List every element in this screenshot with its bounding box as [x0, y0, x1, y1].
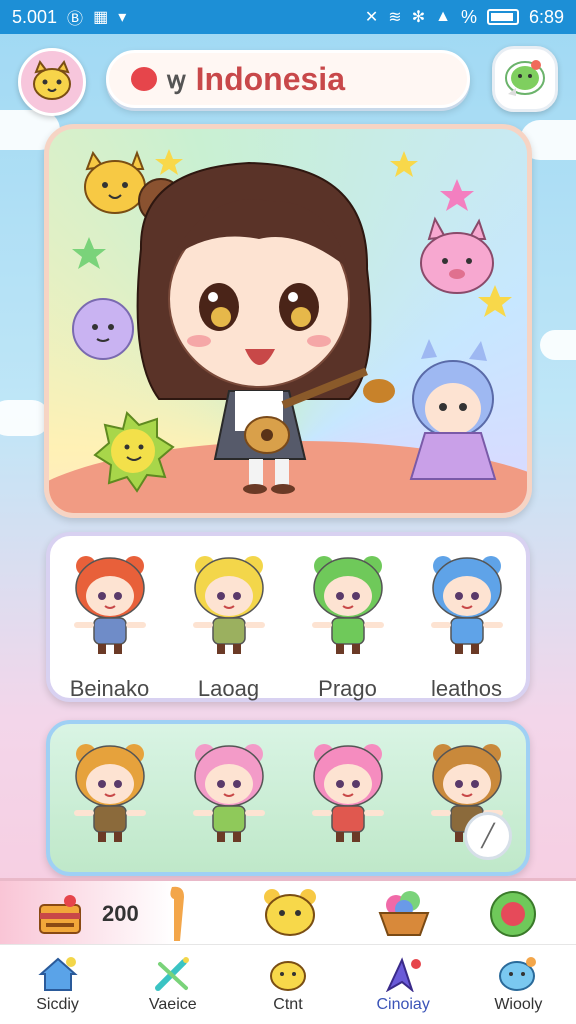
- chibi-character-icon: [311, 744, 384, 842]
- wifi-icon: ▾: [118, 9, 127, 26]
- character-name: leathos: [431, 676, 502, 701]
- status-bar: 5.001 Ⓑ ▦ ▾ ✕ ≋ ✻ ▲ % 6:89: [0, 0, 576, 34]
- chibi-character-icon: [73, 744, 146, 842]
- battery-icon: [486, 9, 519, 25]
- row1-character-card[interactable]: Beinako: [60, 548, 160, 701]
- status-time-right: 6:89: [528, 6, 564, 27]
- character-name: Laoag: [197, 676, 260, 701]
- wifi-icon: ≋: [388, 9, 402, 26]
- fruit-basket-icon[interactable]: [376, 887, 432, 939]
- apple-icon: [131, 67, 157, 91]
- bottom-nav: Sicdiy Vaeice Ctnt Cinoiay Wiooly: [0, 944, 576, 1024]
- purple-fluff-creature: [72, 298, 134, 360]
- resource-tray: 200: [0, 878, 576, 944]
- chibi-character-icon: [430, 556, 503, 654]
- pencil-icon: ╱: [481, 823, 495, 848]
- chat-button[interactable]: [492, 46, 558, 112]
- sun-creature: [93, 411, 175, 493]
- arrow-icon: [386, 956, 422, 992]
- vibrate-icon: ✻: [411, 9, 426, 26]
- star-icon: [72, 237, 106, 269]
- image-icon: ▦: [93, 9, 109, 26]
- signal-icon: ▲: [435, 8, 451, 25]
- green-orb-icon[interactable]: [488, 889, 538, 939]
- pink-bunny-creature: [420, 216, 494, 294]
- nav-label: Ctnt: [273, 995, 303, 1013]
- nav-label: Vaeice: [148, 995, 197, 1013]
- row2-character-card[interactable]: [60, 736, 160, 846]
- treasure-chest-icon[interactable]: [36, 893, 84, 941]
- character-name: Prago: [318, 676, 377, 701]
- chibi-character-icon: [311, 556, 384, 654]
- battery-percent: %: [460, 6, 477, 27]
- sword-icon: [154, 956, 189, 991]
- home-icon: [37, 956, 78, 991]
- title-glyph: ꝡ: [167, 66, 186, 94]
- chibi-character-icon: [192, 744, 265, 842]
- nav-label: Cinoiay: [376, 995, 430, 1013]
- star-icon: [155, 149, 183, 175]
- profile-avatar-button[interactable]: [18, 48, 86, 116]
- star-icon: [478, 285, 512, 317]
- cat-face-icon: [33, 59, 71, 100]
- nav-label: Wiooly: [494, 995, 543, 1013]
- character-name: Beinako: [69, 676, 150, 701]
- page-title: Indonesia: [195, 60, 345, 97]
- bone-icon[interactable]: [164, 885, 192, 945]
- blob-icon: [499, 956, 537, 991]
- row1-character-card[interactable]: Prago: [298, 548, 398, 701]
- nav-item-wiooly[interactable]: Wiooly: [468, 956, 568, 1014]
- region-title-pill[interactable]: ꝡ Indonesia: [106, 50, 470, 108]
- blue-hair-girl: [409, 339, 497, 480]
- nav-item-ctnt[interactable]: Ctnt: [238, 956, 338, 1014]
- chibi-character-icon: [73, 556, 146, 654]
- row2-character-card[interactable]: [298, 736, 398, 846]
- hero-scene[interactable]: [44, 124, 532, 518]
- nav-item-sicdiy[interactable]: Sicdiy: [8, 956, 108, 1014]
- row1-character-card[interactable]: Laoag: [179, 548, 279, 701]
- nav-item-cinoiay[interactable]: Cinoiay: [353, 956, 453, 1014]
- nav-item-vaeice[interactable]: Vaeice: [123, 956, 223, 1014]
- cat-face-icon: [269, 960, 306, 991]
- star-icon: [390, 151, 418, 177]
- character-row-2: ╱: [46, 720, 530, 876]
- yellow-cat-creature: [84, 150, 146, 214]
- edit-button[interactable]: ╱: [464, 812, 512, 860]
- character-row-1: Beinako Laoag Prago leathos: [46, 532, 530, 702]
- row1-character-card[interactable]: leathos: [417, 548, 517, 701]
- top-bar: ꝡ Indonesia: [0, 44, 576, 116]
- cloud: [540, 330, 576, 360]
- star-icon: [440, 179, 474, 211]
- hero-illustration: [72, 149, 512, 494]
- row2-character-card[interactable]: [179, 736, 279, 846]
- cloud: [0, 400, 50, 436]
- yellow-creature-icon[interactable]: [262, 887, 318, 939]
- nav-label: Sicdiy: [36, 995, 79, 1013]
- coin-count: 200: [102, 901, 139, 926]
- chat-bubble-icon: [505, 60, 545, 96]
- notification-icon: Ⓑ: [67, 11, 84, 28]
- status-time: 5.001: [12, 6, 58, 27]
- mute-icon: ✕: [364, 9, 379, 26]
- chibi-character-icon: [192, 556, 265, 654]
